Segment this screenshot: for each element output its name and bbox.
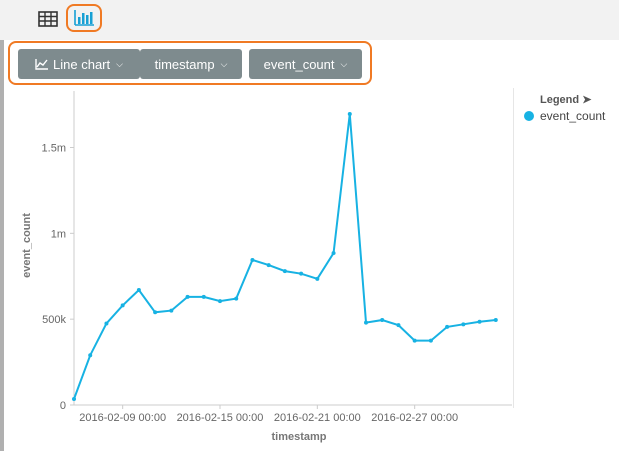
y-field-label: event_count — [263, 56, 335, 72]
y-tick-label: 500k — [42, 314, 66, 326]
data-point — [218, 299, 222, 304]
data-point — [104, 321, 109, 326]
x-field-dropdown[interactable]: timestamp ⌵ — [140, 49, 242, 79]
data-point — [120, 303, 125, 308]
legend-title-text: Legend — [540, 94, 580, 106]
y-axis-label: event_count — [21, 213, 33, 278]
data-point — [136, 287, 141, 292]
data-point — [380, 318, 385, 323]
y-tick-label: 0 — [60, 400, 66, 412]
legend-item-label: event_count — [540, 109, 606, 123]
data-point — [234, 296, 239, 301]
data-point — [445, 324, 450, 329]
x-tick-label: 2016-02-21 00:00 — [274, 412, 361, 424]
series-line — [73, 113, 496, 400]
x-tick-label: 2016-02-27 00:00 — [371, 412, 458, 424]
data-point — [88, 353, 93, 358]
chart-type-dropdown[interactable]: Line chart ⌵ — [18, 49, 140, 79]
data-point — [266, 263, 271, 268]
y-tick-label: 1m — [51, 228, 66, 240]
bar-chart-icon — [74, 10, 94, 26]
data-point — [364, 320, 368, 325]
data-point — [169, 308, 174, 313]
data-point — [331, 251, 336, 256]
chevron-down-icon: ⌵ — [220, 58, 228, 69]
data-point — [250, 257, 255, 262]
data-point — [428, 338, 433, 343]
data-point — [315, 276, 320, 281]
y-field-dropdown[interactable]: event_count ⌵ — [249, 49, 362, 79]
legend-toggle-icon[interactable]: ➤ — [582, 94, 591, 106]
data-point — [282, 269, 287, 274]
legend-swatch — [524, 111, 534, 121]
data-point — [493, 318, 498, 323]
data-point — [477, 319, 482, 324]
x-axis-label: timestamp — [271, 431, 326, 443]
data-point — [185, 294, 190, 299]
table-icon — [38, 11, 58, 27]
chart-controls: Line chart ⌵ timestamp ⌵ event_count ⌵ — [8, 41, 372, 85]
chevron-down-icon: ⌵ — [116, 58, 123, 69]
chart-view-button[interactable] — [66, 4, 102, 32]
data-point — [396, 323, 401, 328]
y-tick-label: 1.5m — [42, 143, 66, 155]
data-point — [72, 396, 76, 401]
legend-divider — [513, 88, 514, 408]
data-point — [461, 322, 466, 327]
data-point — [299, 271, 304, 276]
line-chart: 0 500k 1m 1.5m 2016-02-09 00:00 2016-02-15 00… — [21, 91, 512, 443]
legend-item[interactable]: event_count — [524, 109, 605, 123]
data-point — [347, 112, 352, 117]
x-field-label: timestamp — [154, 56, 215, 72]
table-view-button[interactable] — [33, 6, 63, 32]
line-chart-icon — [35, 59, 49, 70]
chevron-down-icon: ⌵ — [340, 58, 348, 69]
data-point — [153, 310, 158, 315]
data-point — [201, 294, 206, 299]
data-point — [412, 338, 417, 343]
x-tick-label: 2016-02-09 00:00 — [79, 412, 166, 424]
legend-title[interactable]: Legend ➤ — [540, 93, 591, 106]
x-tick-label: 2016-02-15 00:00 — [177, 412, 264, 424]
chart-type-label: Line chart — [53, 56, 111, 72]
